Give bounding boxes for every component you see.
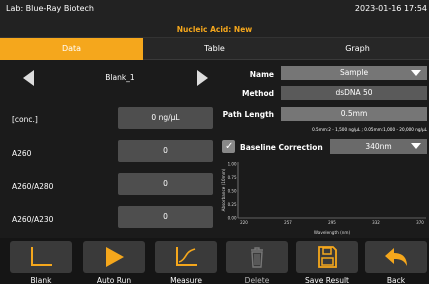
x-tick-label: 370 bbox=[416, 220, 424, 225]
conc-value: 0 ng/µL bbox=[118, 107, 213, 129]
tab-graph[interactable]: Graph bbox=[286, 38, 429, 60]
auto-run-button[interactable] bbox=[83, 241, 145, 273]
y-tick-label: 0.75 bbox=[228, 175, 237, 180]
blank-button[interactable] bbox=[10, 241, 72, 273]
x-axis-label: Wavelength (nm) bbox=[314, 230, 351, 235]
y-tick-label: 1.00 bbox=[228, 161, 237, 166]
conc-label: [conc.] bbox=[12, 115, 38, 124]
path-length-hint: 0.5mm:2 - 1,500 ng/µL ; 0.05mm:1,000 - 2… bbox=[312, 127, 427, 132]
auto-run-button-label: Auto Run bbox=[96, 276, 132, 284]
save-icon bbox=[318, 246, 337, 268]
chevron-down-icon bbox=[411, 143, 421, 149]
name-select-value: Sample bbox=[339, 68, 369, 77]
name-select[interactable]: Sample bbox=[281, 66, 427, 80]
a260-label: A260 bbox=[12, 149, 32, 158]
x-tick-labels: 220 257 295 332 370 bbox=[240, 220, 424, 225]
delete-button[interactable] bbox=[226, 241, 288, 273]
tab-data[interactable]: Data bbox=[0, 38, 143, 60]
save-result-button[interactable] bbox=[296, 241, 358, 273]
method-label: Method bbox=[242, 89, 274, 98]
tab-bar: Data Table Graph bbox=[0, 38, 429, 60]
a260-a280-label: A260/A280 bbox=[12, 182, 54, 191]
previous-sample-arrow-icon[interactable] bbox=[23, 70, 34, 86]
a260-a230-label: A260/A230 bbox=[12, 215, 54, 224]
x-tick-label: 295 bbox=[328, 220, 336, 225]
back-button[interactable] bbox=[365, 241, 427, 273]
checkmark-icon: ✓ bbox=[225, 141, 234, 152]
y-tick-labels: 0.00 0.25 0.50 0.75 1.00 bbox=[228, 161, 237, 220]
y-tick-label: 0.25 bbox=[228, 202, 237, 207]
chevron-down-icon bbox=[411, 70, 421, 76]
x-tick-label: 257 bbox=[284, 220, 292, 225]
tab-table[interactable]: Table bbox=[143, 38, 286, 60]
status-bar: Lab: Blue-Ray Biotech 2023-01-16 17:54 N… bbox=[0, 0, 429, 38]
delete-button-label: Delete bbox=[244, 276, 270, 284]
measure-button-label: Measure bbox=[170, 276, 202, 284]
a260-a230-value: 0 bbox=[118, 206, 213, 228]
baseline-correction-label: Baseline Correction bbox=[240, 143, 323, 152]
next-sample-arrow-icon[interactable] bbox=[197, 70, 208, 86]
absorbance-spectrum-chart: 0.00 0.25 0.50 0.75 1.00 220 257 295 332 370 Abs… bbox=[221, 161, 426, 235]
sample-nav-label: Blank_1 bbox=[105, 73, 135, 82]
name-label: Name bbox=[249, 70, 274, 79]
x-tick-label: 332 bbox=[372, 220, 380, 225]
back-arrow-icon bbox=[385, 248, 407, 266]
baseline-wavelength-value: 340nm bbox=[365, 142, 392, 151]
blank-button-label: Blank bbox=[30, 276, 52, 284]
save-result-button-label: Save Result bbox=[305, 276, 349, 284]
mode-title: Nucleic Acid: New bbox=[176, 25, 253, 34]
y-tick-label: 0.50 bbox=[228, 188, 237, 193]
method-field[interactable]: dsDNA 50 bbox=[281, 86, 427, 100]
measure-button[interactable] bbox=[155, 241, 217, 273]
baseline-correction-checkbox[interactable]: ✓ bbox=[222, 140, 235, 153]
a260-value: 0 bbox=[118, 140, 213, 162]
measure-chart-icon bbox=[176, 247, 197, 266]
a260-a280-value: 0 bbox=[118, 173, 213, 195]
play-icon bbox=[106, 247, 124, 267]
datetime: 2023-01-16 17:54 bbox=[354, 4, 427, 13]
trash-icon bbox=[251, 247, 263, 268]
lab-name: Lab: Blue-Ray Biotech bbox=[6, 4, 94, 13]
y-tick-label: 0.00 bbox=[228, 215, 237, 220]
path-length-label: Path Length bbox=[222, 110, 274, 119]
back-button-label: Back bbox=[386, 276, 406, 284]
path-length-field[interactable]: 0.5mm bbox=[281, 107, 427, 121]
baseline-wavelength-select[interactable]: 340nm bbox=[330, 139, 427, 154]
x-tick-label: 220 bbox=[240, 220, 248, 225]
blank-chart-icon bbox=[31, 247, 52, 266]
y-axis-label: Absorbance (10mm) bbox=[221, 168, 226, 211]
